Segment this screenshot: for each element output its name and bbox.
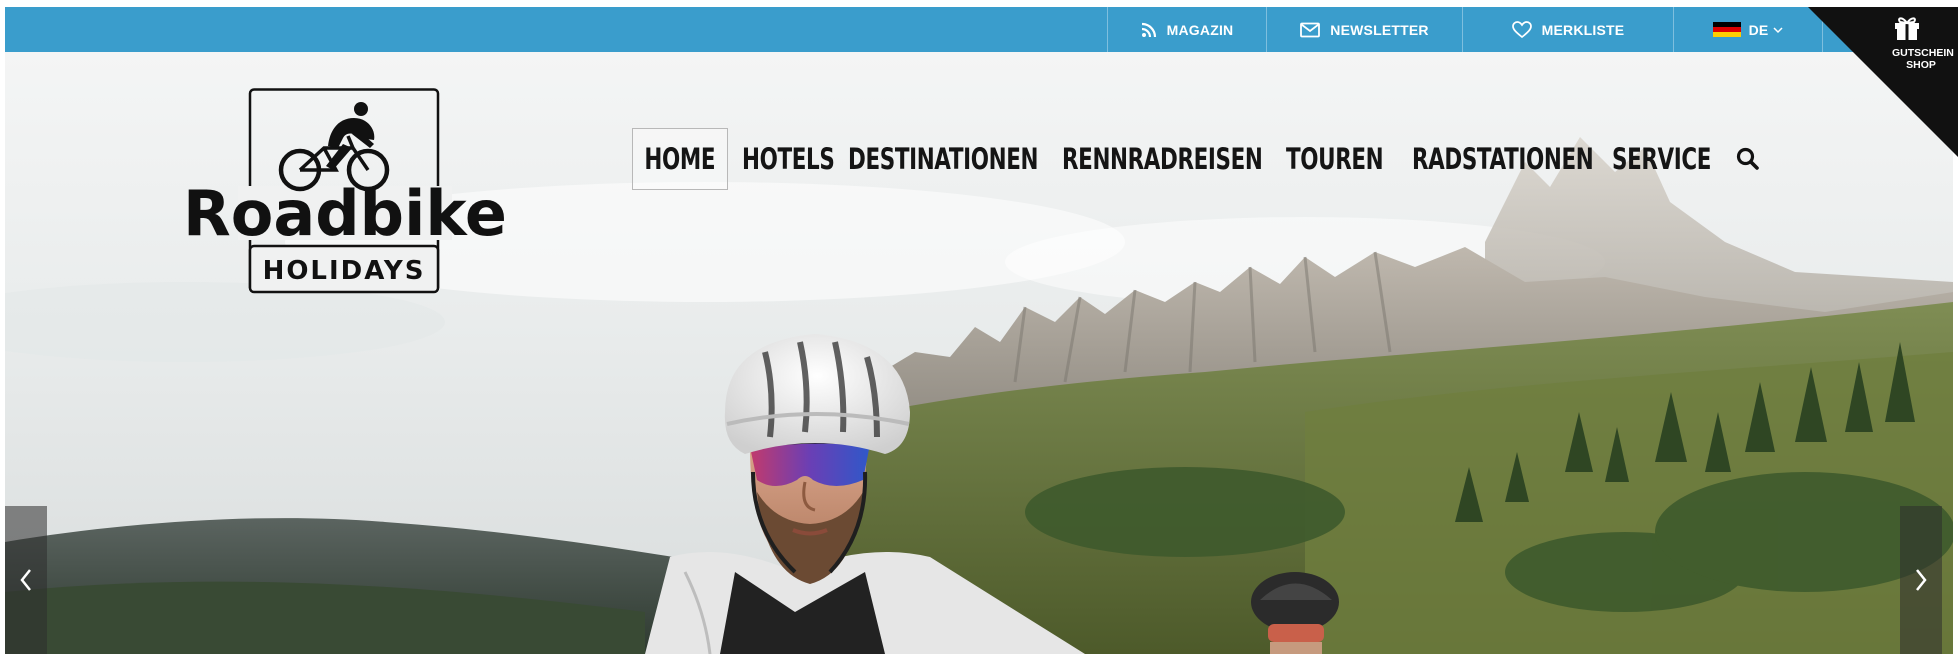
top-nav-magazin[interactable]: MAGAZIN: [1107, 7, 1266, 52]
mail-icon: [1300, 22, 1321, 38]
top-bar: MAGAZIN NEWSLETTER MERKLISTE DE: [5, 7, 1953, 52]
nav-item-destinationen[interactable]: DESTINATIONEN: [840, 128, 1052, 190]
gift-icon: [1895, 17, 1919, 40]
nav-item-rennradreisen[interactable]: RENNRADREISEN: [1052, 128, 1276, 190]
language-label: DE: [1748, 21, 1769, 38]
language-select[interactable]: DE: [1673, 7, 1823, 52]
nav-item-home[interactable]: HOME: [632, 128, 728, 190]
badge-line-2: SHOP: [1906, 59, 1936, 71]
cyclist-icon: [278, 102, 390, 192]
top-nav: MAGAZIN NEWSLETTER MERKLISTE DE: [1107, 7, 1823, 52]
nav-item-touren-label: TOUREN: [1286, 142, 1384, 176]
logo-subline: HOLIDAYS: [263, 256, 426, 286]
nav-item-hotels-label: HOTELS: [742, 142, 835, 176]
nav-item-radstationen[interactable]: RADSTATIONEN: [1400, 128, 1604, 190]
site-logo[interactable]: Roadbike HOLIDAYS: [178, 88, 512, 296]
rss-icon: [1141, 22, 1157, 38]
nav-item-destinationen-label: DESTINATIONEN: [848, 142, 1039, 176]
chevron-right-icon: [1916, 569, 1927, 591]
nav-item-home-label: HOME: [644, 142, 716, 176]
voucher-shop-badge[interactable]: GUTSCHEIN SHOP: [1808, 7, 1958, 157]
main-nav: HOME HOTELS DESTINATIONEN RENNRADREISEN …: [632, 128, 1714, 190]
nav-item-hotels[interactable]: HOTELS: [728, 128, 840, 190]
top-nav-merkliste-label: MERKLISTE: [1541, 21, 1625, 38]
logo-wordmark: Roadbike: [183, 177, 507, 250]
search-button[interactable]: [1735, 146, 1761, 172]
nav-item-service-label: SERVICE: [1612, 142, 1712, 176]
german-flag-icon: [1712, 21, 1741, 38]
badge-label: GUTSCHEIN SHOP: [1850, 47, 1954, 71]
nav-item-service[interactable]: SERVICE: [1604, 128, 1714, 190]
badge-line-1: GUTSCHEIN: [1892, 47, 1954, 59]
chevron-left-icon: [20, 569, 31, 591]
nav-item-radstationen-label: RADSTATIONEN: [1412, 142, 1594, 176]
page: MAGAZIN NEWSLETTER MERKLISTE DE GUTSCHEI…: [0, 0, 1958, 654]
slider-next-button[interactable]: [1900, 506, 1942, 654]
heart-icon: [1511, 20, 1532, 39]
search-icon: [1736, 147, 1759, 170]
top-nav-magazin-label: MAGAZIN: [1166, 21, 1234, 38]
top-nav-newsletter[interactable]: NEWSLETTER: [1266, 7, 1462, 52]
slider-prev-button[interactable]: [5, 506, 47, 654]
nav-item-rennradreisen-label: RENNRADREISEN: [1062, 142, 1263, 176]
nav-item-touren[interactable]: TOUREN: [1276, 128, 1400, 190]
chevron-down-icon: [1773, 26, 1783, 34]
top-nav-newsletter-label: NEWSLETTER: [1330, 21, 1429, 38]
top-nav-merkliste[interactable]: MERKLISTE: [1462, 7, 1673, 52]
badge-background: [1808, 7, 1958, 157]
